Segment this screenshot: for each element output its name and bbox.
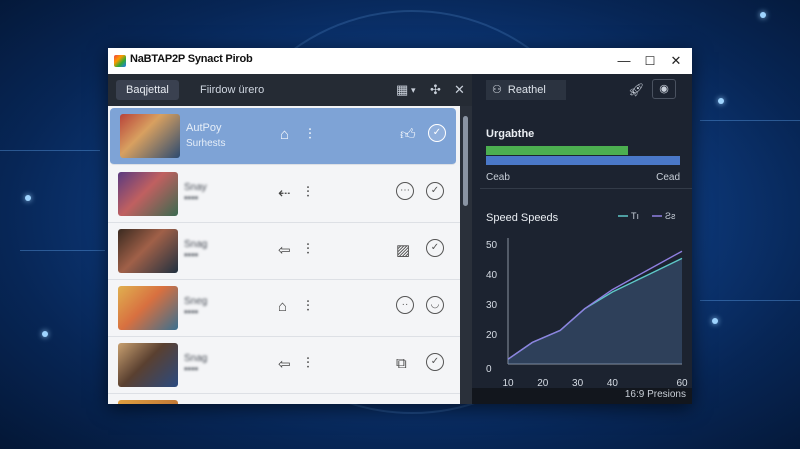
window-title: NaBTAP2P Synact Pirob <box>130 53 253 65</box>
y-tick-label: 0 <box>486 364 492 375</box>
y-tick-label: 40 <box>486 270 498 281</box>
item-label-blurred: Snag ▪▪▪▪ <box>184 239 238 263</box>
list-item[interactable]: Snay ▪▪▪▪ ⇠ ⫶ ⋯ ✓ <box>108 166 460 223</box>
arrow-left-icon[interactable]: ⇦ <box>278 355 291 373</box>
item-line: Sneg <box>184 296 208 307</box>
game-thumbnail <box>118 172 178 216</box>
item-line: ▪▪▪▪ <box>184 250 199 261</box>
left-pane: Baqjettal Fiirdow ürero ▦ ▾ ✣ ✕ AutPoy S… <box>108 74 472 404</box>
circuit-node <box>25 195 31 201</box>
list-item[interactable]: AutPoy Surhests ⌂ ⫶ 👍︎ ✓ <box>110 108 456 165</box>
gallery-icon[interactable]: ⧉ <box>396 355 407 372</box>
like-icon[interactable]: 👍︎ <box>400 126 416 144</box>
list-item[interactable] <box>108 394 460 404</box>
list-item[interactable]: Snag ▪▪▪▪ ⇦ ⫶ ⧉ ✓ <box>108 337 460 394</box>
legend-label: Ƨƨ <box>665 211 676 221</box>
game-thumbnail <box>118 400 178 404</box>
app-window: NaBTAP2P Synact Pirob — ☐ ✕ Baqjettal Fi… <box>108 48 692 404</box>
circuit-node <box>712 318 718 324</box>
status-text: 16:9 Presions <box>624 389 686 400</box>
item-title: AutPoy <box>186 122 222 134</box>
tab-baqjettal[interactable]: Baqjettal <box>116 80 179 100</box>
close-icon[interactable]: ✕ <box>454 82 465 98</box>
circuit-line <box>20 250 105 251</box>
y-tick-label: 50 <box>486 240 498 251</box>
eye-icon[interactable]: ◡ <box>426 296 444 314</box>
item-label-blurred: Sneg ▪▪▪▪ <box>184 296 238 320</box>
status-bar: 16:9 Presions <box>472 388 692 404</box>
x-tick-label: 40 <box>607 378 619 388</box>
game-list: AutPoy Surhests ⌂ ⫶ 👍︎ ✓ Snay ▪▪▪▪ ⇠ ⫶ ⋯… <box>108 106 460 404</box>
maximize-button[interactable]: ☐ <box>638 51 662 71</box>
circuit-line <box>700 120 800 121</box>
item-label-blurred: Snay ▪▪▪▪ <box>184 182 238 206</box>
home-icon[interactable]: ⌂ <box>280 126 289 143</box>
close-button[interactable]: ✕ <box>664 51 688 71</box>
legend-label: Tı <box>631 211 639 221</box>
circuit-node <box>42 331 48 337</box>
chevron-down-icon[interactable]: ▾ <box>411 85 416 96</box>
item-line: ▪▪▪▪ <box>184 364 199 375</box>
check-icon[interactable]: ✓ <box>428 124 446 142</box>
check-icon[interactable]: ✓ <box>426 239 444 257</box>
speed-chart: 50 40 30 20 0 10 20 30 40 60 Tı Ƨƨ <box>486 211 688 388</box>
item-line: Snag <box>184 239 208 250</box>
tab-fiirdow[interactable]: Fiirdow ürero <box>190 80 274 100</box>
grid-icon[interactable]: ▦ <box>396 82 408 98</box>
sliders-icon[interactable]: ⫶ <box>306 184 310 201</box>
list-item[interactable]: Sneg ▪▪▪▪ ⌂ ⫶ ·· ◡ <box>108 280 460 337</box>
sliders-icon[interactable]: ⫶ <box>306 298 310 315</box>
home-icon[interactable]: ⌂ <box>278 298 287 315</box>
toolbar: Baqjettal Fiirdow ürero ▦ ▾ ✣ ✕ <box>108 74 472 106</box>
sliders-icon[interactable]: ⫶ <box>306 355 310 372</box>
sliders-icon[interactable]: ⫶ <box>308 126 312 143</box>
y-tick-label: 20 <box>486 330 498 341</box>
move-icon[interactable]: ✣ <box>430 82 441 98</box>
game-thumbnail <box>120 114 180 158</box>
emoji-icon[interactable]: ·· <box>396 296 414 314</box>
game-thumbnail <box>118 343 178 387</box>
x-tick-label: 60 <box>676 378 688 388</box>
item-line: Snag <box>184 353 208 364</box>
x-tick-label: 10 <box>502 378 514 388</box>
scrollbar-thumb[interactable] <box>463 116 468 206</box>
game-thumbnail <box>118 229 178 273</box>
game-thumbnail <box>118 286 178 330</box>
circuit-node <box>718 98 724 104</box>
image-icon[interactable]: ▨ <box>396 241 410 259</box>
list-item[interactable]: Snag ▪▪▪▪ ⇦ ⫶ ▨ ✓ <box>108 223 460 280</box>
minimize-button[interactable]: — <box>612 51 636 71</box>
x-tick-label: 30 <box>572 378 584 388</box>
check-icon[interactable]: ✓ <box>426 353 444 371</box>
item-line: Snay <box>184 182 207 193</box>
arrow-left-icon[interactable]: ⇠ <box>278 184 291 202</box>
item-subtitle: Surhests <box>186 138 226 149</box>
right-pane: ⚇ Reathel 🚀︎ ◉ Urgabthe Ceab Cead Speed S… <box>472 74 692 404</box>
app-logo-icon <box>114 55 126 67</box>
sliders-icon[interactable]: ⫶ <box>306 241 310 258</box>
item-line: ▪▪▪▪ <box>184 307 199 318</box>
arrow-left-icon[interactable]: ⇦ <box>278 241 291 259</box>
circuit-node <box>760 12 766 18</box>
item-line: ▪▪▪▪ <box>184 193 199 204</box>
expand-icon[interactable]: ⋯ <box>396 182 414 200</box>
item-label-blurred: Snag ▪▪▪▪ <box>184 353 238 377</box>
circuit-line <box>0 150 100 151</box>
list-scrollbar[interactable] <box>460 106 472 404</box>
x-tick-label: 20 <box>537 378 549 388</box>
y-tick-label: 30 <box>486 300 498 311</box>
area-fill <box>508 258 682 364</box>
title-bar: NaBTAP2P Synact Pirob — ☐ ✕ <box>108 48 692 74</box>
check-icon[interactable]: ✓ <box>426 182 444 200</box>
circuit-line <box>700 300 800 301</box>
